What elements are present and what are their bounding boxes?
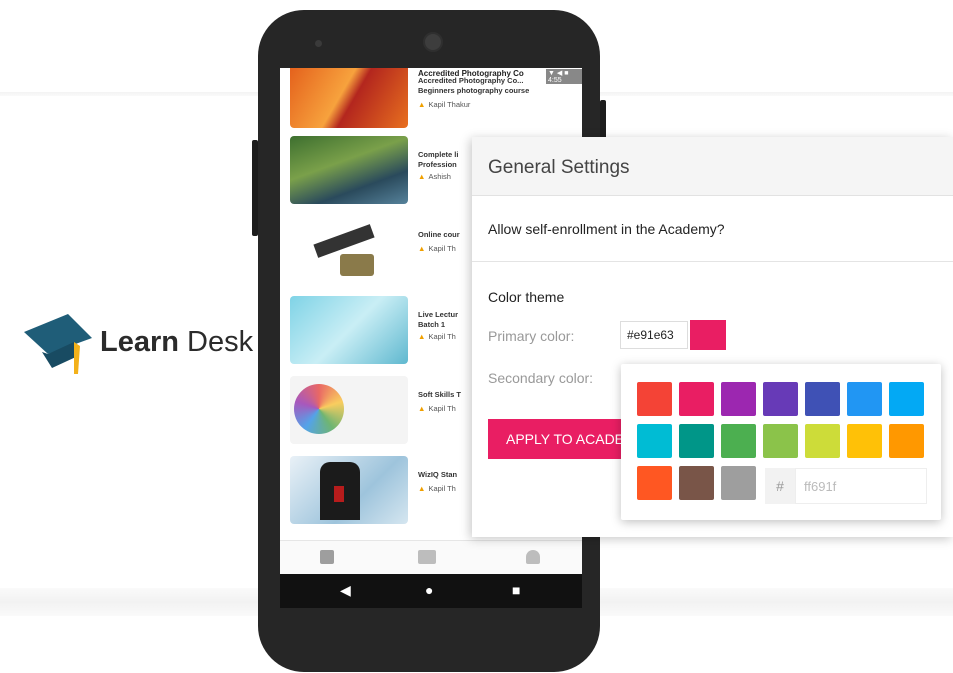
graduation-cap-icon <box>24 314 92 374</box>
course-author: ▲ Ashish <box>418 172 451 181</box>
color-swatch[interactable] <box>721 424 756 458</box>
color-swatch[interactable] <box>763 424 798 458</box>
color-swatch[interactable] <box>805 424 840 458</box>
primary-color-swatch[interactable] <box>690 320 726 350</box>
color-swatch[interactable] <box>847 382 882 416</box>
system-nav-bar: ◀ ● ■ <box>280 574 582 608</box>
volume-button <box>252 140 258 236</box>
logo-brand-bold: Learn <box>100 326 179 358</box>
divider <box>472 261 953 262</box>
color-swatch[interactable] <box>637 424 672 458</box>
color-swatch[interactable] <box>637 466 672 500</box>
color-swatch[interactable] <box>637 382 672 416</box>
course-author: ▲ Kapil Th <box>418 404 456 413</box>
bottom-nav <box>280 540 582 575</box>
hash-prefix: # <box>765 468 795 504</box>
camera-lens <box>423 32 443 52</box>
color-swatch[interactable] <box>805 382 840 416</box>
course-item[interactable]: Accredited Photography Co... Beginners p… <box>280 68 582 138</box>
color-swatch[interactable] <box>889 424 924 458</box>
recent-apps-icon[interactable]: ■ <box>512 583 520 597</box>
course-author: ▲ Kapil Th <box>418 484 456 493</box>
speaker-dot <box>315 40 322 47</box>
course-thumbnail <box>290 136 408 204</box>
hex-color-input[interactable]: ff691f <box>795 468 927 504</box>
course-thumbnail <box>290 456 408 524</box>
profile-icon[interactable] <box>526 550 540 564</box>
course-thumbnail <box>290 376 408 444</box>
course-author: ▲ Kapil Th <box>418 244 456 253</box>
color-swatch[interactable] <box>679 382 714 416</box>
author-icon: ▲ <box>418 332 426 341</box>
color-swatch[interactable] <box>721 382 756 416</box>
classes-icon[interactable] <box>418 550 436 564</box>
settings-title: General Settings <box>488 157 630 178</box>
color-swatch[interactable] <box>763 382 798 416</box>
primary-color-input[interactable]: #e91e63 <box>620 321 688 349</box>
course-title: Accredited Photography Co... Beginners p… <box>418 76 530 95</box>
back-icon[interactable]: ◀ <box>340 583 351 597</box>
color-swatch[interactable] <box>847 424 882 458</box>
author-icon: ▲ <box>418 100 426 109</box>
author-icon: ▲ <box>418 404 426 413</box>
secondary-color-label: Secondary color: <box>488 370 594 386</box>
author-icon: ▲ <box>418 172 426 181</box>
color-swatch[interactable] <box>889 382 924 416</box>
author-icon: ▲ <box>418 484 426 493</box>
primary-color-label: Primary color: <box>488 328 575 344</box>
color-theme-heading: Color theme <box>488 289 565 305</box>
self-enrollment-question[interactable]: Allow self-enrollment in the Academy? <box>488 221 725 237</box>
color-picker-popover: # ff691f <box>621 364 941 520</box>
settings-header: General Settings <box>472 137 953 196</box>
color-swatch[interactable] <box>679 466 714 500</box>
course-author: ▲ Kapil Thakur <box>418 100 471 109</box>
courses-icon[interactable] <box>320 550 334 564</box>
course-thumbnail <box>290 296 408 364</box>
course-author: ▲ Kapil Th <box>418 332 456 341</box>
author-icon: ▲ <box>418 244 426 253</box>
course-thumbnail <box>290 68 408 128</box>
course-thumbnail <box>290 216 408 284</box>
home-icon[interactable]: ● <box>425 583 433 597</box>
color-swatch[interactable] <box>679 424 714 458</box>
logo-brand-light: Desk <box>187 326 254 358</box>
learndesk-logo: Learn Desk <box>22 312 254 378</box>
color-swatch[interactable] <box>721 466 756 500</box>
